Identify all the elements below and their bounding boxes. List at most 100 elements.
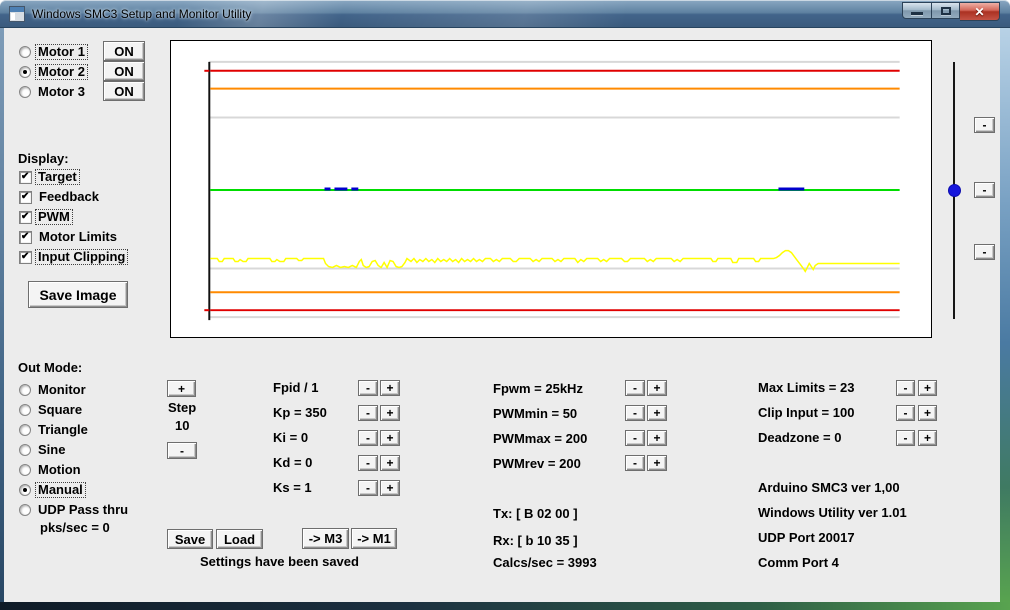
kp-plus-button[interactable]: +: [380, 405, 400, 421]
motor-1-radio[interactable]: [19, 46, 31, 58]
target-label: Target: [35, 169, 80, 185]
udp-pass-thru-radio[interactable]: [19, 504, 31, 516]
feedback-checkbox[interactable]: [19, 191, 32, 204]
ks-minus-button[interactable]: -: [358, 480, 378, 496]
fpwm-minus-button[interactable]: -: [625, 380, 645, 396]
load-button[interactable]: Load: [216, 529, 263, 549]
scale-minus-bottom-button[interactable]: -: [974, 244, 995, 260]
scale-minus-middle-button[interactable]: -: [974, 182, 995, 198]
kp-minus-button[interactable]: -: [358, 405, 378, 421]
send-to-m1-button[interactable]: -> M1: [351, 528, 397, 549]
motor-limits-label: Motor Limits: [39, 229, 117, 244]
pwmmin-value: PWMmin = 50: [493, 406, 578, 421]
settings-status-text: Settings have been saved: [200, 554, 359, 569]
pwmmax-minus-button[interactable]: -: [625, 430, 645, 446]
step-plus-button[interactable]: +: [167, 380, 196, 397]
close-button[interactable]: ✕: [960, 2, 1000, 21]
clip-input-minus-button[interactable]: -: [896, 405, 915, 421]
fpid-minus-button[interactable]: -: [358, 380, 378, 396]
kd-minus-button[interactable]: -: [358, 455, 378, 471]
feedback-label: Feedback: [39, 189, 99, 204]
ki-minus-button[interactable]: -: [358, 430, 378, 446]
tx-value: Tx: [ B 02 00 ]: [493, 506, 578, 521]
close-icon: ✕: [974, 4, 985, 19]
pwmmax-plus-button[interactable]: +: [647, 430, 667, 446]
motion-label: Motion: [38, 462, 81, 477]
out-mode-heading: Out Mode:: [18, 360, 83, 375]
step-minus-button[interactable]: -: [167, 442, 197, 459]
motor-1-on-button[interactable]: ON: [103, 41, 145, 61]
save-image-button[interactable]: Save Image: [28, 281, 128, 308]
save-button[interactable]: Save: [167, 529, 213, 549]
motor-3-radio[interactable]: [19, 86, 31, 98]
motion-radio[interactable]: [19, 464, 31, 476]
app-window: Windows SMC3 Setup and Monitor Utility ✕…: [0, 0, 1010, 610]
monitor-radio[interactable]: [19, 384, 31, 396]
max-limits-minus-button[interactable]: -: [896, 380, 915, 396]
step-value: 10: [175, 418, 190, 433]
udp-port-text: UDP Port 20017: [758, 530, 855, 545]
minimize-button[interactable]: [902, 2, 932, 19]
fpwm-value: Fpwm = 25kHz: [493, 381, 583, 396]
manual-label: Manual: [35, 482, 86, 498]
square-label: Square: [38, 402, 83, 417]
motor-3-label: Motor 3: [38, 84, 85, 99]
window-border-left: [0, 28, 4, 602]
app-icon: [9, 6, 25, 22]
pwmmin-plus-button[interactable]: +: [647, 405, 667, 421]
target-checkbox[interactable]: [19, 171, 32, 184]
max-limits-plus-button[interactable]: +: [918, 380, 937, 396]
maximize-button[interactable]: [932, 2, 960, 19]
ki-value: Ki = 0: [273, 430, 309, 445]
deadzone-plus-button[interactable]: +: [918, 430, 937, 446]
pwm-label: PWM: [35, 209, 73, 225]
max-limits-value: Max Limits = 23: [758, 380, 855, 395]
kd-value: Kd = 0: [273, 455, 313, 470]
motor-limits-checkbox[interactable]: [19, 231, 32, 244]
motor-3-on-button[interactable]: ON: [103, 81, 145, 101]
ks-value: Ks = 1: [273, 480, 312, 495]
title-bar: Windows SMC3 Setup and Monitor Utility ✕: [0, 0, 1010, 28]
square-radio[interactable]: [19, 404, 31, 416]
sine-label: Sine: [38, 442, 66, 457]
step-label: Step: [168, 400, 197, 415]
window-border-bottom: [0, 602, 1010, 610]
scope-plot: [170, 40, 932, 338]
udp-pass-thru-label: UDP Pass thru: [38, 502, 129, 517]
pwmrev-plus-button[interactable]: +: [647, 455, 667, 471]
pwmrev-minus-button[interactable]: -: [625, 455, 645, 471]
window-controls: ✕: [902, 2, 1000, 21]
pwmmin-minus-button[interactable]: -: [625, 405, 645, 421]
deadzone-minus-button[interactable]: -: [896, 430, 915, 446]
clip-input-plus-button[interactable]: +: [918, 405, 937, 421]
deadzone-value: Deadzone = 0: [758, 430, 842, 445]
kp-value: Kp = 350: [273, 405, 327, 420]
fpid-value: Fpid / 1: [273, 380, 319, 395]
manual-radio[interactable]: [19, 484, 31, 496]
pks-per-sec-value: pks/sec = 0: [40, 520, 110, 535]
scale-minus-top-button[interactable]: -: [974, 117, 995, 133]
motor-2-label: Motor 2: [35, 64, 88, 80]
arduino-version-text: Arduino SMC3 ver 1,00: [758, 480, 900, 495]
pwmmax-value: PWMmax = 200: [493, 431, 588, 446]
fpwm-plus-button[interactable]: +: [647, 380, 667, 396]
window-title: Windows SMC3 Setup and Monitor Utility: [32, 7, 252, 21]
calcs-per-sec-value: Calcs/sec = 3993: [493, 555, 597, 570]
triangle-radio[interactable]: [19, 424, 31, 436]
input-clipping-checkbox[interactable]: [19, 251, 32, 264]
sine-radio[interactable]: [19, 444, 31, 456]
rx-value: Rx: [ b 10 35 ]: [493, 533, 578, 548]
pwm-checkbox[interactable]: [19, 211, 32, 224]
ks-plus-button[interactable]: +: [380, 480, 400, 496]
motor-2-on-button[interactable]: ON: [103, 61, 145, 81]
minimize-icon: [911, 12, 923, 15]
position-slider-thumb[interactable]: [948, 184, 961, 197]
motor-2-radio[interactable]: [19, 66, 31, 78]
clip-input-value: Clip Input = 100: [758, 405, 855, 420]
send-to-m3-button[interactable]: -> M3: [302, 528, 349, 549]
fpid-plus-button[interactable]: +: [380, 380, 400, 396]
kd-plus-button[interactable]: +: [380, 455, 400, 471]
ki-plus-button[interactable]: +: [380, 430, 400, 446]
monitor-label: Monitor: [38, 382, 86, 397]
windows-utility-version-text: Windows Utility ver 1.01: [758, 505, 907, 520]
